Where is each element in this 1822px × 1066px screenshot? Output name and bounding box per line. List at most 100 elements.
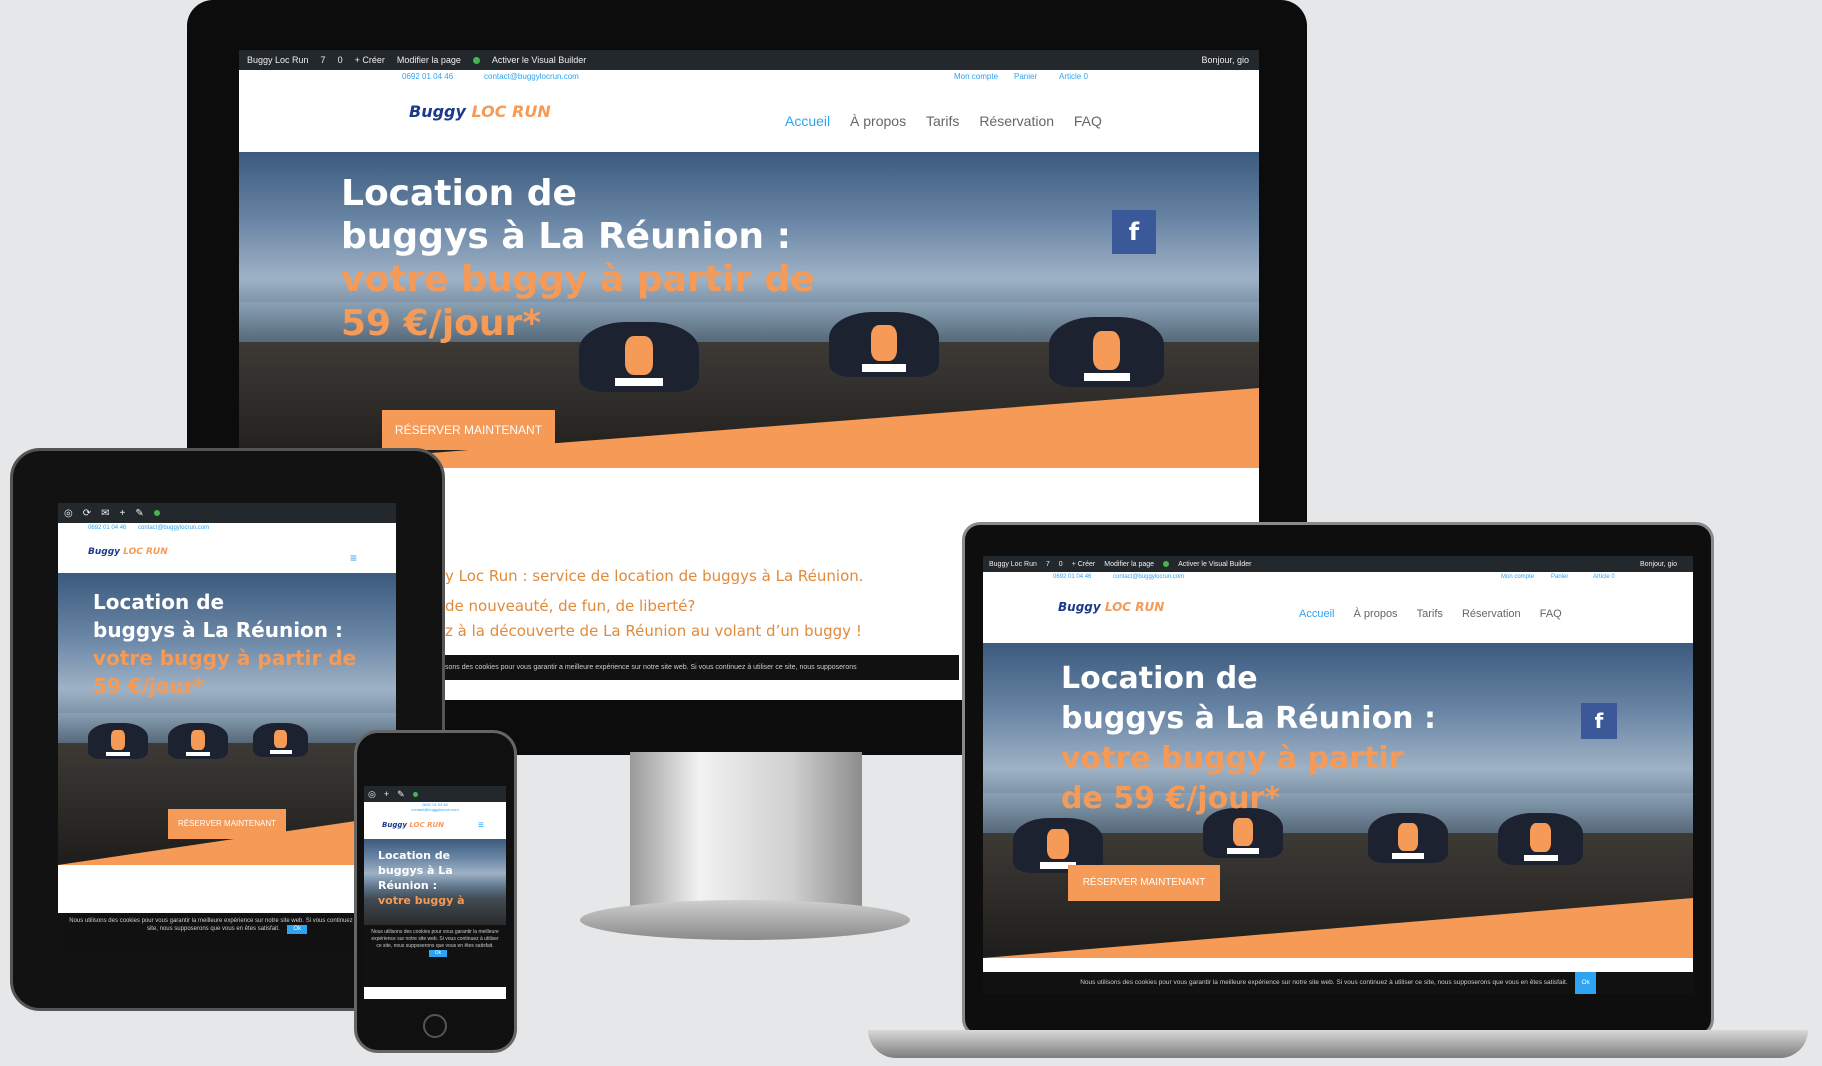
hero-line4: de 59 €/jour* (1061, 780, 1281, 816)
top-header: 0692 01 04 46 contact@buggylocrun.com Mo… (239, 70, 1259, 84)
intro-line3: z à la découverte de La Réunion au volan… (445, 622, 862, 640)
visual-builder-link[interactable]: Activer le Visual Builder (492, 55, 586, 65)
site-name-link[interactable]: Buggy Loc Run (247, 55, 309, 65)
cookie-text: sons des cookies pour vous garantir a me… (445, 664, 857, 671)
email-link[interactable]: contact@buggylocrun.com (1113, 574, 1184, 580)
nav-accueil[interactable]: Accueil (1299, 608, 1334, 620)
laptop-cookie-bar: Nous utilisons des cookies pour vous gar… (983, 972, 1693, 994)
status-dot-icon (412, 791, 418, 797)
email-link[interactable]: contact@buggylocrun.com (484, 72, 579, 81)
monitor-base (580, 900, 910, 940)
monitor-neck (630, 752, 862, 912)
nav-reservation[interactable]: Réservation (1462, 608, 1521, 620)
hero-line4: 59 €/jour* (341, 302, 542, 344)
phone-link[interactable]: 0692 01 04 46 (88, 525, 126, 531)
cookie-ok-button[interactable]: Ok (287, 925, 308, 934)
email-link[interactable]: contact@buggylocrun.com (138, 525, 209, 531)
cart-items-link[interactable]: Article 0 (1059, 72, 1088, 81)
phone-link[interactable]: 0692 01 04 46 (402, 72, 453, 81)
reserve-button[interactable]: RÉSERVER MAINTENANT (1068, 865, 1220, 901)
create-label: Créer (1077, 560, 1096, 568)
logo-word2: LOC RUN (123, 547, 168, 557)
greeting[interactable]: Bonjour, gio (1640, 561, 1677, 568)
tablet-cookie-bar: Nous utilisons des cookies pour vous gar… (58, 913, 396, 953)
updates-icon[interactable]: ⟳ (83, 508, 91, 519)
nav-a-propos[interactable]: À propos (1354, 608, 1398, 620)
greeting[interactable]: Bonjour, gio (1201, 55, 1249, 65)
create-icon[interactable]: + (120, 508, 126, 519)
nav-tarifs[interactable]: Tarifs (1417, 608, 1443, 620)
comments-count[interactable]: 0 (1059, 561, 1063, 568)
dashboard-icon[interactable]: ◎ (368, 789, 376, 800)
tablet-hero-title: Location de buggys à La Réunion : votre … (93, 588, 356, 700)
site-name-link[interactable]: Buggy Loc Run (989, 561, 1037, 568)
buggy-image (1498, 813, 1583, 865)
hero-line2: buggys à La Réunion : (341, 216, 791, 258)
nav-accueil[interactable]: Accueil (785, 113, 830, 129)
nav-tarifs[interactable]: Tarifs (926, 113, 959, 129)
updates-count[interactable]: 7 (1046, 561, 1050, 568)
visual-builder-link[interactable]: Activer le Visual Builder (1178, 561, 1251, 568)
phone-logo[interactable]: Buggy LOC RUN (382, 821, 444, 829)
status-dot-icon (153, 510, 160, 516)
status-dot-icon (1163, 561, 1170, 567)
account-link[interactable]: Mon compte (954, 72, 998, 81)
hero-section: Location de buggys à La Réunion : votre … (239, 152, 1259, 468)
phone-home-button[interactable] (423, 1014, 447, 1038)
reserve-button[interactable]: RÉSERVER MAINTENANT (382, 410, 555, 450)
facebook-icon[interactable]: f (1581, 703, 1617, 739)
cookie-text: Nous utilisons des cookies pour vous gar… (371, 929, 499, 949)
cart-link[interactable]: Panier (1551, 574, 1568, 580)
logo-word2: LOC RUN (471, 102, 551, 121)
hero-line3: Réunion : (378, 878, 437, 892)
create-icon[interactable]: + (384, 789, 389, 799)
hamburger-menu-icon[interactable]: ≡ (478, 820, 484, 831)
phone-cookie-bar: Nous utilisons des cookies pour vous gar… (364, 925, 506, 987)
nav-faq[interactable]: FAQ (1540, 608, 1562, 620)
hero-line2: buggys à La (378, 863, 453, 877)
cart-items-link[interactable]: Article 0 (1593, 574, 1615, 580)
laptop-hero-title: Location de buggys à La Réunion : votre … (1061, 659, 1436, 819)
edit-icon[interactable]: ✎ (397, 789, 405, 800)
cart-link[interactable]: Panier (1014, 72, 1037, 81)
email-link[interactable]: contact@buggylocrun.com (364, 807, 506, 812)
cookie-ok-button[interactable]: Ok (1575, 972, 1596, 994)
laptop-logo[interactable]: Buggy LOC RUN (1058, 600, 1164, 614)
edit-page-link[interactable]: Modifier la page (1104, 561, 1154, 568)
tablet-logo[interactable]: Buggy LOC RUN (88, 547, 168, 557)
comments-icon[interactable]: ✉ (101, 508, 109, 519)
logo-word1: Buggy (1058, 600, 1101, 614)
phone-link[interactable]: 0692 01 04 46 (1053, 574, 1091, 580)
logo-word1: Buggy (409, 102, 466, 121)
laptop-hero: Location de buggys à La Réunion : votre … (983, 643, 1693, 958)
laptop-top-header: 0692 01 04 46 contact@buggylocrun.com Mo… (983, 572, 1693, 584)
cookie-ok-button[interactable]: Ok (428, 950, 448, 957)
phone-admin-bar: ◎ + ✎ (364, 786, 506, 802)
site-logo[interactable]: Buggy LOC RUN (409, 102, 551, 121)
nav-faq[interactable]: FAQ (1074, 113, 1102, 129)
intro-line1: y Loc Run : service de location de buggy… (445, 567, 864, 585)
edit-icon[interactable]: ✎ (135, 508, 143, 519)
comments-count[interactable]: 0 (338, 55, 343, 65)
nav-reservation[interactable]: Réservation (979, 113, 1054, 129)
buggy-image (1368, 813, 1448, 863)
status-dot-icon (472, 56, 480, 64)
cookie-text: Nous utilisons des cookies pour vous gar… (1080, 979, 1568, 986)
reserve-button[interactable]: RÉSERVER MAINTENANT (168, 809, 286, 839)
buggy-image (1049, 317, 1164, 387)
hamburger-menu-icon[interactable]: ≡ (350, 551, 357, 565)
create-link[interactable]: + Créer (1072, 561, 1096, 568)
updates-count[interactable]: 7 (321, 55, 326, 65)
main-nav: Accueil À propos Tarifs Réservation FAQ (769, 113, 1102, 129)
hero-line1: Location de (93, 590, 225, 614)
facebook-icon[interactable]: f (1112, 210, 1156, 254)
phone-hero-title: Location de buggys à La Réunion : votre … (378, 849, 465, 908)
create-link[interactable]: + Créer (355, 55, 385, 65)
hero-line2: buggys à La Réunion : (1061, 700, 1436, 736)
wordpress-icon[interactable]: ◎ (64, 508, 73, 519)
edit-page-link[interactable]: Modifier la page (397, 55, 461, 65)
laptop-screen: Buggy Loc Run 7 0 + Créer Modifier la pa… (983, 556, 1693, 994)
hero-line1: Location de (1061, 661, 1258, 696)
account-link[interactable]: Mon compte (1501, 574, 1534, 580)
nav-a-propos[interactable]: À propos (850, 113, 906, 129)
